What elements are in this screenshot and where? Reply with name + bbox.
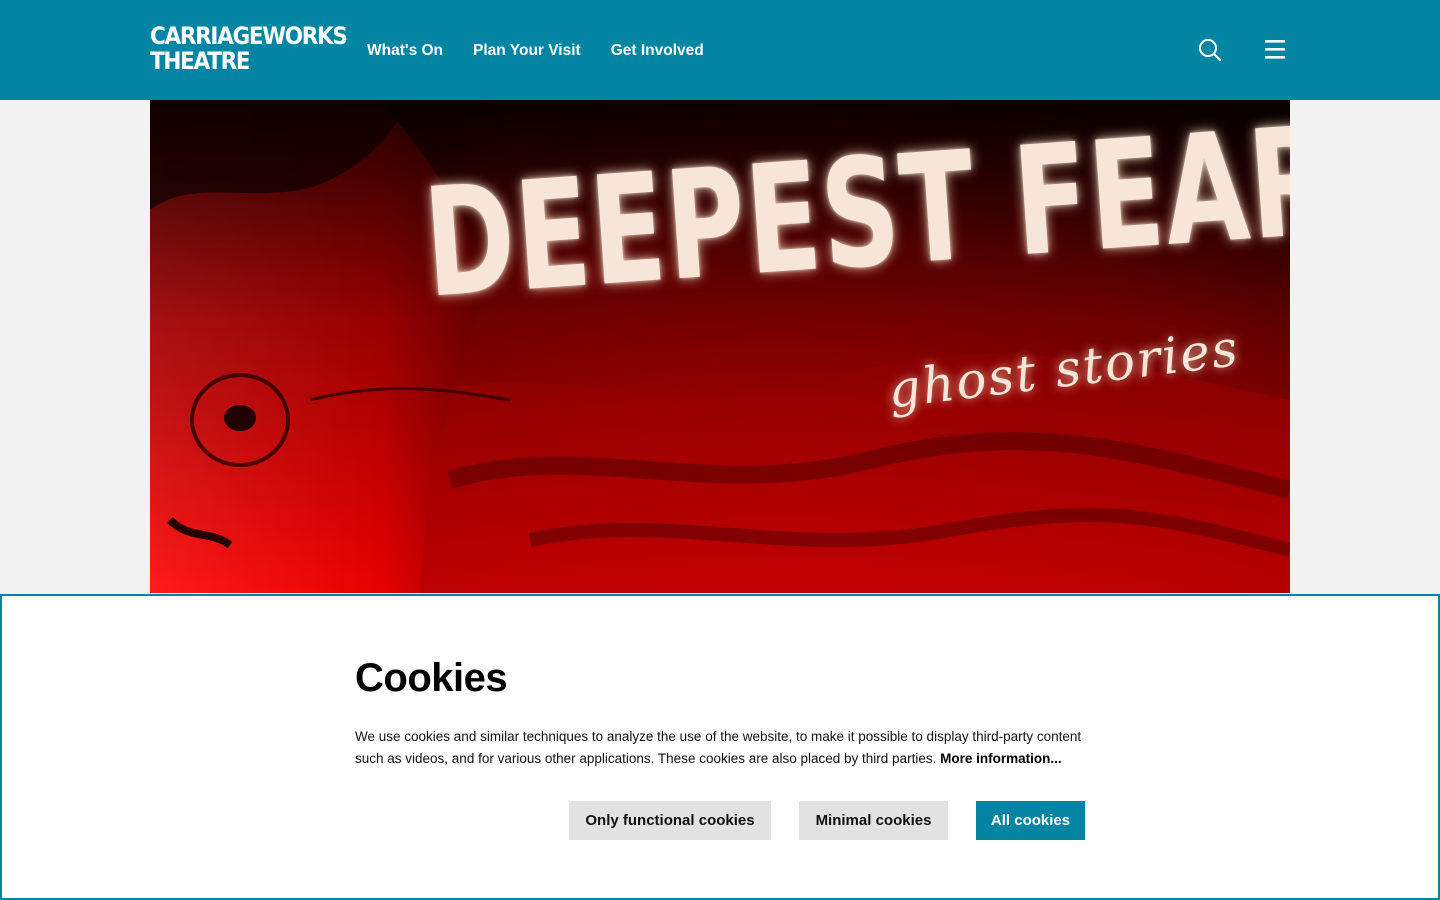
cookie-title: Cookies (355, 656, 508, 700)
nav-plan-your-visit[interactable]: Plan Your Visit (473, 42, 581, 60)
cookie-description: We use cookies and similar techniques to… (355, 726, 1095, 769)
site-logo[interactable]: CARRIAGEWORKS THEATRE (150, 22, 348, 75)
all-cookies-button[interactable]: All cookies (976, 801, 1085, 840)
more-information-link[interactable]: More information... (940, 751, 1062, 766)
logo-line-2: THEATRE (150, 47, 251, 75)
search-icon[interactable] (1196, 36, 1224, 64)
nav-get-involved[interactable]: Get Involved (611, 42, 704, 60)
site-header: CARRIAGEWORKS THEATRE What's On Plan You… (0, 0, 1440, 100)
hamburger-menu-icon[interactable] (1262, 36, 1288, 64)
only-functional-cookies-button[interactable]: Only functional cookies (569, 801, 771, 840)
hero-banner[interactable]: DEEPEST FEARS ghost stories (150, 100, 1290, 593)
minimal-cookies-button[interactable]: Minimal cookies (799, 801, 948, 840)
nav-whats-on[interactable]: What's On (367, 42, 443, 60)
cookie-banner: Cookies We use cookies and similar techn… (0, 594, 1440, 900)
main-nav: What's On Plan Your Visit Get Involved (367, 42, 704, 60)
logo-line-1: CARRIAGEWORKS (150, 22, 348, 50)
